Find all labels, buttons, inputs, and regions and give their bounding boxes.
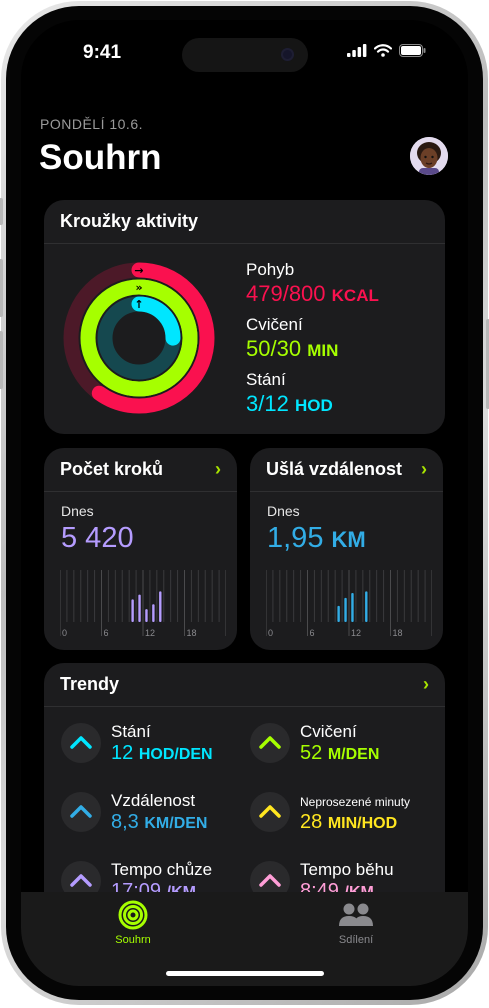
trends-card[interactable]: Trendy › Stání 12 HOD/DEN Cvičení 52 M/D… (44, 663, 445, 923)
distance-value: 1,95 KM (267, 522, 366, 555)
stand-ring-arrow-icon: ↑ (134, 298, 143, 311)
cellular-signal-icon (347, 44, 367, 57)
move-ring-arrow-icon: → (134, 264, 143, 277)
trend-label: Cvičení (300, 722, 357, 741)
activity-rings-tab-icon (118, 900, 148, 930)
steps-today-label: Dnes (61, 503, 94, 519)
trend-value-number: 12 (111, 742, 134, 764)
hour-bar (138, 594, 141, 622)
exercise-value-unit: MIN (307, 341, 339, 360)
axis-tick-label: 6 (310, 628, 315, 638)
trend-up-arrow-icon (61, 723, 101, 763)
distance-card[interactable]: Ušlá vzdálenost › Dnes 1,95 KM 0 6 12 18 (250, 448, 443, 650)
steps-value: 5 420 (61, 522, 134, 554)
trend-value-number: 28 (300, 811, 323, 833)
trend-up-arrow-icon (250, 792, 290, 832)
move-value-unit: KCAL (331, 286, 379, 305)
exercise-ring-arrow-icon: » (135, 281, 142, 294)
trend-value-unit: M/DEN (327, 746, 380, 763)
profile-avatar[interactable] (410, 137, 448, 175)
steps-chevron-right-icon: › (215, 459, 221, 479)
activity-card-title: Kroužky aktivity (60, 211, 199, 231)
stand-value-unit: HOD (294, 396, 333, 415)
axis-tick-label: 0 (268, 628, 273, 638)
trend-value-number: 8,3 (111, 811, 139, 833)
wifi-icon (374, 44, 392, 57)
axis-tick-label: 6 (104, 628, 109, 638)
activity-card-header: Kroužky aktivity (44, 200, 445, 244)
trend-value: 28 MIN/HOD (300, 811, 397, 834)
exercise-value-number: 50/30 (246, 336, 302, 361)
hour-bar (344, 597, 347, 622)
exercise-label: Cvičení (246, 315, 303, 334)
trend-value-unit: HOD/DEN (138, 746, 213, 763)
stand-value-number: 3/12 (246, 391, 289, 416)
tab-sharing-label: Sdílení (338, 934, 374, 946)
move-value-number: 479/800 (246, 281, 326, 306)
exercise-value: 50/30 MIN (246, 336, 338, 362)
move-label: Pohyb (246, 260, 295, 279)
trend-value-unit: KM/DEN (144, 815, 208, 832)
distance-value-unit: KM (331, 527, 366, 552)
home-indicator[interactable] (166, 971, 324, 976)
trend-label: Neprosezené minuty (300, 795, 411, 809)
axis-tick-label: 12 (145, 628, 155, 638)
steps-card[interactable]: Počet kroků › Dnes 5 420 0 6 12 18 (44, 448, 237, 650)
move-value: 479/800 KCAL (246, 281, 379, 307)
trends-card-header: Trendy › (44, 663, 445, 707)
trend-label: Tempo běhu (300, 860, 394, 879)
distance-card-title: Ušlá vzdálenost (266, 459, 403, 479)
distance-chevron-right-icon: › (421, 459, 427, 479)
battery-icon (399, 44, 426, 57)
trends-card-title: Trendy (60, 674, 120, 694)
trend-value: 8,3 KM/DEN (111, 811, 207, 834)
memoji-avatar-icon (410, 137, 448, 175)
activity-rings-card[interactable]: Kroužky aktivity →» ↑ Pohyb 479/800 KCAL … (44, 200, 445, 434)
trends-chevron-right-icon: › (423, 674, 429, 694)
hour-bar (152, 604, 155, 622)
trend-value: 12 HOD/DEN (111, 742, 213, 765)
trend-label: Tempo chůze (111, 860, 213, 879)
distance-card-header: Ušlá vzdálenost › (250, 448, 443, 492)
status-time: 9:41 (83, 42, 122, 63)
tab-summary-label: Souhrn (115, 934, 151, 946)
hour-bar (159, 591, 162, 622)
status-bar: 9:41 (21, 20, 468, 80)
trend-value-number: 52 (300, 742, 323, 764)
activity-rings-chart: → » ↑ (63, 262, 215, 414)
distance-today-label: Dnes (267, 503, 300, 519)
status-icons (347, 44, 426, 57)
axis-tick-label: 0 (62, 628, 67, 638)
stand-value: 3/12 HOD (246, 391, 333, 417)
trend-value: 52 M/DEN (300, 742, 379, 765)
trend-label: Vzdálenost (111, 791, 196, 810)
page-title: Souhrn (39, 138, 162, 177)
distance-hourly-chart: 0 6 12 18 (266, 570, 432, 638)
trend-label: Stání (111, 722, 151, 741)
trend-up-arrow-icon (61, 792, 101, 832)
camera-icon (281, 48, 294, 61)
volume-down-button (0, 331, 3, 389)
people-icon (339, 903, 373, 926)
steps-card-title: Počet kroků (60, 459, 164, 479)
distance-value-number: 1,95 (267, 522, 324, 554)
hour-bar (337, 605, 340, 622)
axis-tick-label: 18 (187, 628, 197, 638)
hour-bar (145, 609, 148, 622)
action-button (0, 198, 3, 225)
volume-up-button (0, 259, 3, 317)
axis-tick-label: 18 (393, 628, 403, 638)
trend-up-arrow-icon (250, 723, 290, 763)
steps-card-header: Počet kroků › (44, 448, 237, 492)
screen: 9:41 PONDĚLÍ 10.6. Souhrn Kroužky aktivi… (21, 20, 468, 986)
trend-value-unit: MIN/HOD (327, 815, 398, 832)
hour-bar (365, 591, 368, 622)
date-label: PONDĚLÍ 10.6. (40, 116, 143, 132)
hour-bar (131, 599, 134, 622)
axis-tick-label: 12 (351, 628, 361, 638)
hour-bar (351, 592, 354, 622)
stand-label: Stání (246, 370, 286, 389)
dynamic-island (182, 38, 308, 72)
steps-hourly-chart: 0 6 12 18 (60, 570, 226, 638)
